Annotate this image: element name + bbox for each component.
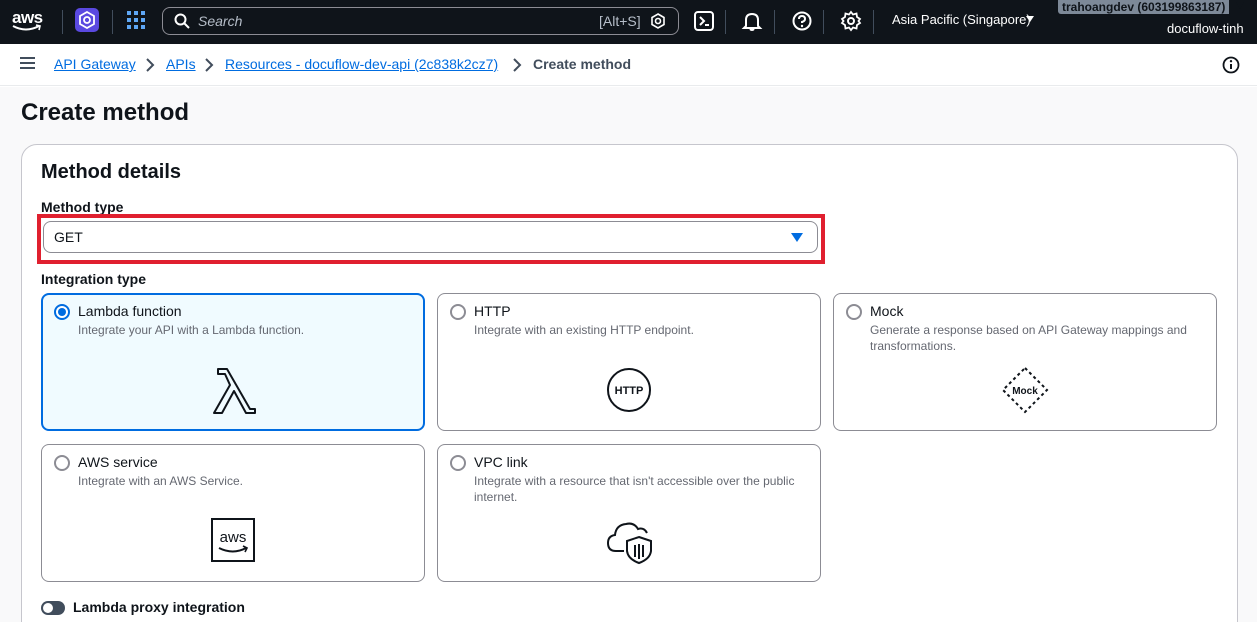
search-placeholder: Search <box>198 13 243 29</box>
radio-button[interactable] <box>450 304 466 320</box>
integration-option-vpc-link[interactable]: VPC link Integrate with a resource that … <box>437 444 821 582</box>
breadcrumb-bar: API Gateway APIs Resources - docuflow-de… <box>0 44 1257 86</box>
svg-text:Mock: Mock <box>1012 386 1038 397</box>
vpc-link-icon <box>606 522 652 565</box>
cloudshell-icon[interactable] <box>693 10 715 32</box>
username[interactable]: docuflow-tinh <box>1167 21 1244 36</box>
section-title: Method details <box>41 161 182 183</box>
chevron-right-icon <box>146 58 155 72</box>
top-navigation: aws Search [Alt+S] Asia Pacific (Singapo… <box>0 0 1257 44</box>
info-icon[interactable] <box>1222 56 1240 74</box>
option-description: Generate a response based on API Gateway… <box>870 323 1187 353</box>
svg-text:HTTP: HTTP <box>615 385 644 397</box>
search-shortcut: [Alt+S] <box>599 13 641 29</box>
nav-divider <box>62 10 63 34</box>
lambda-icon <box>213 368 256 414</box>
nav-divider <box>823 10 824 34</box>
radio-button[interactable] <box>54 455 70 471</box>
integration-option-http[interactable]: HTTP Integrate with an existing HTTP end… <box>437 293 821 431</box>
lambda-proxy-toggle[interactable] <box>41 601 65 615</box>
option-title: Mock <box>870 303 904 319</box>
nav-divider <box>873 10 874 34</box>
radio-button[interactable] <box>846 304 862 320</box>
chevron-right-icon <box>205 58 214 72</box>
svg-text:aws: aws <box>220 529 247 546</box>
apps-grid-icon[interactable] <box>127 11 145 29</box>
method-type-value: GET <box>54 229 83 245</box>
lambda-proxy-label: Lambda proxy integration <box>73 599 245 615</box>
nav-divider <box>774 10 775 34</box>
breadcrumb-resources[interactable]: Resources - docuflow-dev-api (2c838k2cz7… <box>225 56 498 72</box>
option-description: Integrate your API with a Lambda functio… <box>78 323 305 337</box>
radio-button[interactable] <box>450 455 466 471</box>
radio-button[interactable] <box>54 304 70 320</box>
help-icon[interactable] <box>791 10 813 32</box>
breadcrumb-api-gateway[interactable]: API Gateway <box>54 56 136 72</box>
settings-icon[interactable] <box>840 10 862 32</box>
http-icon: HTTP <box>607 368 651 412</box>
integration-type-label: Integration type <box>41 271 147 287</box>
option-title: HTTP <box>474 303 511 319</box>
method-type-select[interactable]: GET <box>43 221 818 253</box>
option-title: Lambda function <box>78 303 182 319</box>
bell-icon[interactable] <box>741 10 763 32</box>
aws-logo[interactable]: aws <box>10 6 48 36</box>
menu-icon[interactable] <box>20 57 35 69</box>
mock-icon: Mock <box>1001 366 1049 414</box>
service-icon <box>651 13 665 29</box>
integration-option-mock[interactable]: Mock Generate a response based on API Ga… <box>833 293 1217 431</box>
caret-down-icon <box>791 233 803 242</box>
page-title: Create method <box>21 99 190 126</box>
breadcrumb-current: Create method <box>533 56 632 72</box>
nav-divider <box>112 10 113 34</box>
option-title: VPC link <box>474 454 528 470</box>
region-selector[interactable]: Asia Pacific (Singapore) <box>892 12 1031 27</box>
method-type-label: Method type <box>41 199 124 215</box>
chevron-right-icon <box>513 58 522 72</box>
nav-divider <box>725 10 726 34</box>
account-menu[interactable]: trahoangdev (603199863187) <box>1058 0 1230 14</box>
option-title: AWS service <box>78 454 158 470</box>
breadcrumb-apis[interactable]: APIs <box>166 56 196 72</box>
option-description: Integrate with an existing HTTP endpoint… <box>474 323 694 337</box>
aws-service-icon: aws <box>211 518 255 562</box>
search-input[interactable]: Search [Alt+S] <box>162 7 679 35</box>
integration-option-lambda[interactable]: Lambda function Integrate your API with … <box>41 293 425 431</box>
option-description: Integrate with a resource that isn't acc… <box>474 474 795 504</box>
service-icon[interactable] <box>75 8 99 32</box>
search-icon <box>174 13 190 29</box>
caret-down-icon[interactable] <box>1236 2 1244 9</box>
caret-down-icon[interactable] <box>1026 16 1034 22</box>
option-description: Integrate with an AWS Service. <box>78 474 243 488</box>
integration-option-aws-service[interactable]: AWS service Integrate with an AWS Servic… <box>41 444 425 582</box>
